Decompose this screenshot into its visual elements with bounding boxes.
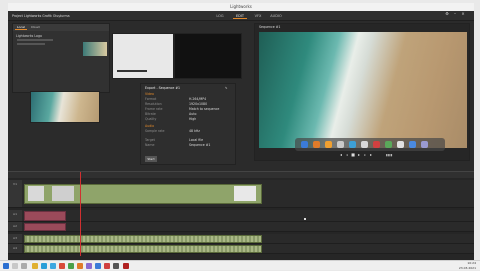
track-a2: A2: [8, 222, 474, 232]
video-frame[interactable]: [259, 32, 467, 148]
bin-row[interactable]: [17, 39, 53, 41]
export-title: Export - Sequence #1: [145, 86, 181, 90]
store-icon[interactable]: [409, 141, 416, 148]
project-label[interactable]: Project Lightworks Grafik Oluşturma: [12, 14, 102, 18]
app-icon[interactable]: [337, 141, 344, 148]
mouse-cursor: [304, 218, 306, 220]
record-viewer[interactable]: [174, 33, 242, 79]
track-header[interactable]: A2: [8, 222, 22, 231]
track-a1: A1: [8, 210, 474, 222]
browser-panel: Local Cloud Lightworks Logo: [12, 23, 110, 93]
audio-clip[interactable]: [24, 245, 262, 253]
viewer-label: Sequence #1: [259, 25, 281, 29]
timecode-icon: ▮▮▮▮: [385, 153, 393, 157]
browser-icon[interactable]: [349, 141, 356, 148]
step-forward-icon[interactable]: ▹: [363, 153, 367, 157]
track-header[interactable]: V1: [8, 180, 22, 207]
tab-audio[interactable]: AUDIO: [268, 13, 284, 19]
start-export-button[interactable]: Start: [145, 156, 157, 162]
track-header[interactable]: A1: [8, 210, 22, 221]
audio-clip[interactable]: [24, 211, 66, 221]
track-header[interactable]: A4: [8, 244, 22, 253]
app-icon[interactable]: [104, 263, 110, 269]
media-icon[interactable]: [373, 141, 380, 148]
audio-clip[interactable]: [24, 235, 262, 243]
mail-icon[interactable]: [50, 263, 56, 269]
transport-controls: ◂ ◃ ■ ▸ ▹ ▸ ▮▮▮▮: [339, 152, 429, 158]
minimize-icon[interactable]: –: [453, 12, 457, 16]
app-dock: [295, 138, 445, 151]
app-icon[interactable]: [77, 263, 83, 269]
tab-log[interactable]: LOG: [213, 13, 227, 19]
rewind-icon[interactable]: ◂: [339, 153, 343, 157]
stop-icon[interactable]: ■: [351, 153, 355, 157]
clip-frame-thumb: [28, 186, 44, 201]
start-icon[interactable]: [3, 263, 9, 269]
sequence-viewer: Sequence #1 ◂ ◃ ■ ▸ ▹ ▸ ▮▮▮▮: [254, 23, 470, 161]
app-icon[interactable]: [68, 263, 74, 269]
folder-icon[interactable]: [32, 263, 38, 269]
edge-icon[interactable]: [41, 263, 47, 269]
bin-title: Lightworks Logo: [16, 34, 42, 38]
clip-thumbnail[interactable]: [83, 42, 107, 56]
track-a3: A3: [8, 234, 474, 244]
app-window: Lightworks Project Lightworks Grafik Olu…: [8, 3, 474, 260]
export-row[interactable]: Name Sequence #1: [145, 143, 231, 148]
window-titlebar: Lightworks: [8, 3, 474, 11]
export-row[interactable]: Quality High: [145, 117, 231, 122]
window-title: Lightworks: [230, 4, 252, 9]
track-header[interactable]: A3: [8, 234, 22, 243]
tab-vfx[interactable]: VFX: [251, 13, 265, 19]
notes-icon[interactable]: [397, 141, 404, 148]
close-icon[interactable]: ×: [461, 12, 465, 16]
browser-header: Local Cloud: [13, 24, 109, 31]
top-bar: Project Lightworks Grafik Oluşturma LOG …: [8, 11, 474, 21]
export-section-video: Video: [145, 92, 154, 96]
search-icon[interactable]: [12, 263, 18, 269]
os-taskbar: 10:24 23.03.2021: [0, 260, 480, 270]
clip-frame-thumb: [234, 186, 256, 201]
lightworks-icon[interactable]: [123, 263, 129, 269]
edit-icon[interactable]: ✎: [225, 86, 231, 90]
source-viewer[interactable]: [112, 33, 174, 79]
app-icon[interactable]: [95, 263, 101, 269]
audio-clip[interactable]: [24, 223, 66, 231]
task-view-icon[interactable]: [21, 263, 27, 269]
source-scrubber[interactable]: [117, 70, 147, 72]
step-back-icon[interactable]: ◃: [345, 153, 349, 157]
playhead[interactable]: [80, 172, 81, 256]
settings-app-icon[interactable]: [421, 141, 428, 148]
play-icon[interactable]: ▸: [357, 153, 361, 157]
timeline: V1 A1 A2 A3 A4: [8, 171, 474, 260]
chat-icon[interactable]: [385, 141, 392, 148]
clock-date: 23.03.2021: [458, 266, 476, 270]
export-panel: Export - Sequence #1 ✎ Video Format H.264…: [140, 83, 236, 165]
clip-preview[interactable]: [30, 91, 100, 123]
folder-icon[interactable]: [325, 141, 332, 148]
chrome-icon[interactable]: [59, 263, 65, 269]
app-icon[interactable]: [86, 263, 92, 269]
bin-row[interactable]: [17, 43, 45, 45]
track-a4: A4: [8, 244, 474, 254]
export-row[interactable]: Sample rate 48 kHz: [145, 129, 231, 134]
export-section-audio: Audio: [145, 124, 155, 128]
settings-icon[interactable]: ⚙: [445, 12, 449, 16]
tab-edit[interactable]: EDIT: [233, 13, 247, 19]
finder-icon[interactable]: [301, 141, 308, 148]
track-v1: V1: [8, 180, 474, 208]
files-icon[interactable]: [313, 141, 320, 148]
document-icon[interactable]: [361, 141, 368, 148]
app-icon[interactable]: [113, 263, 119, 269]
fast-forward-icon[interactable]: ▸: [369, 153, 373, 157]
tab-local[interactable]: Local: [15, 24, 27, 30]
timeline-ruler[interactable]: [8, 172, 474, 178]
clip-frame-thumb: [52, 186, 74, 201]
tab-cloud[interactable]: Cloud: [29, 24, 42, 30]
